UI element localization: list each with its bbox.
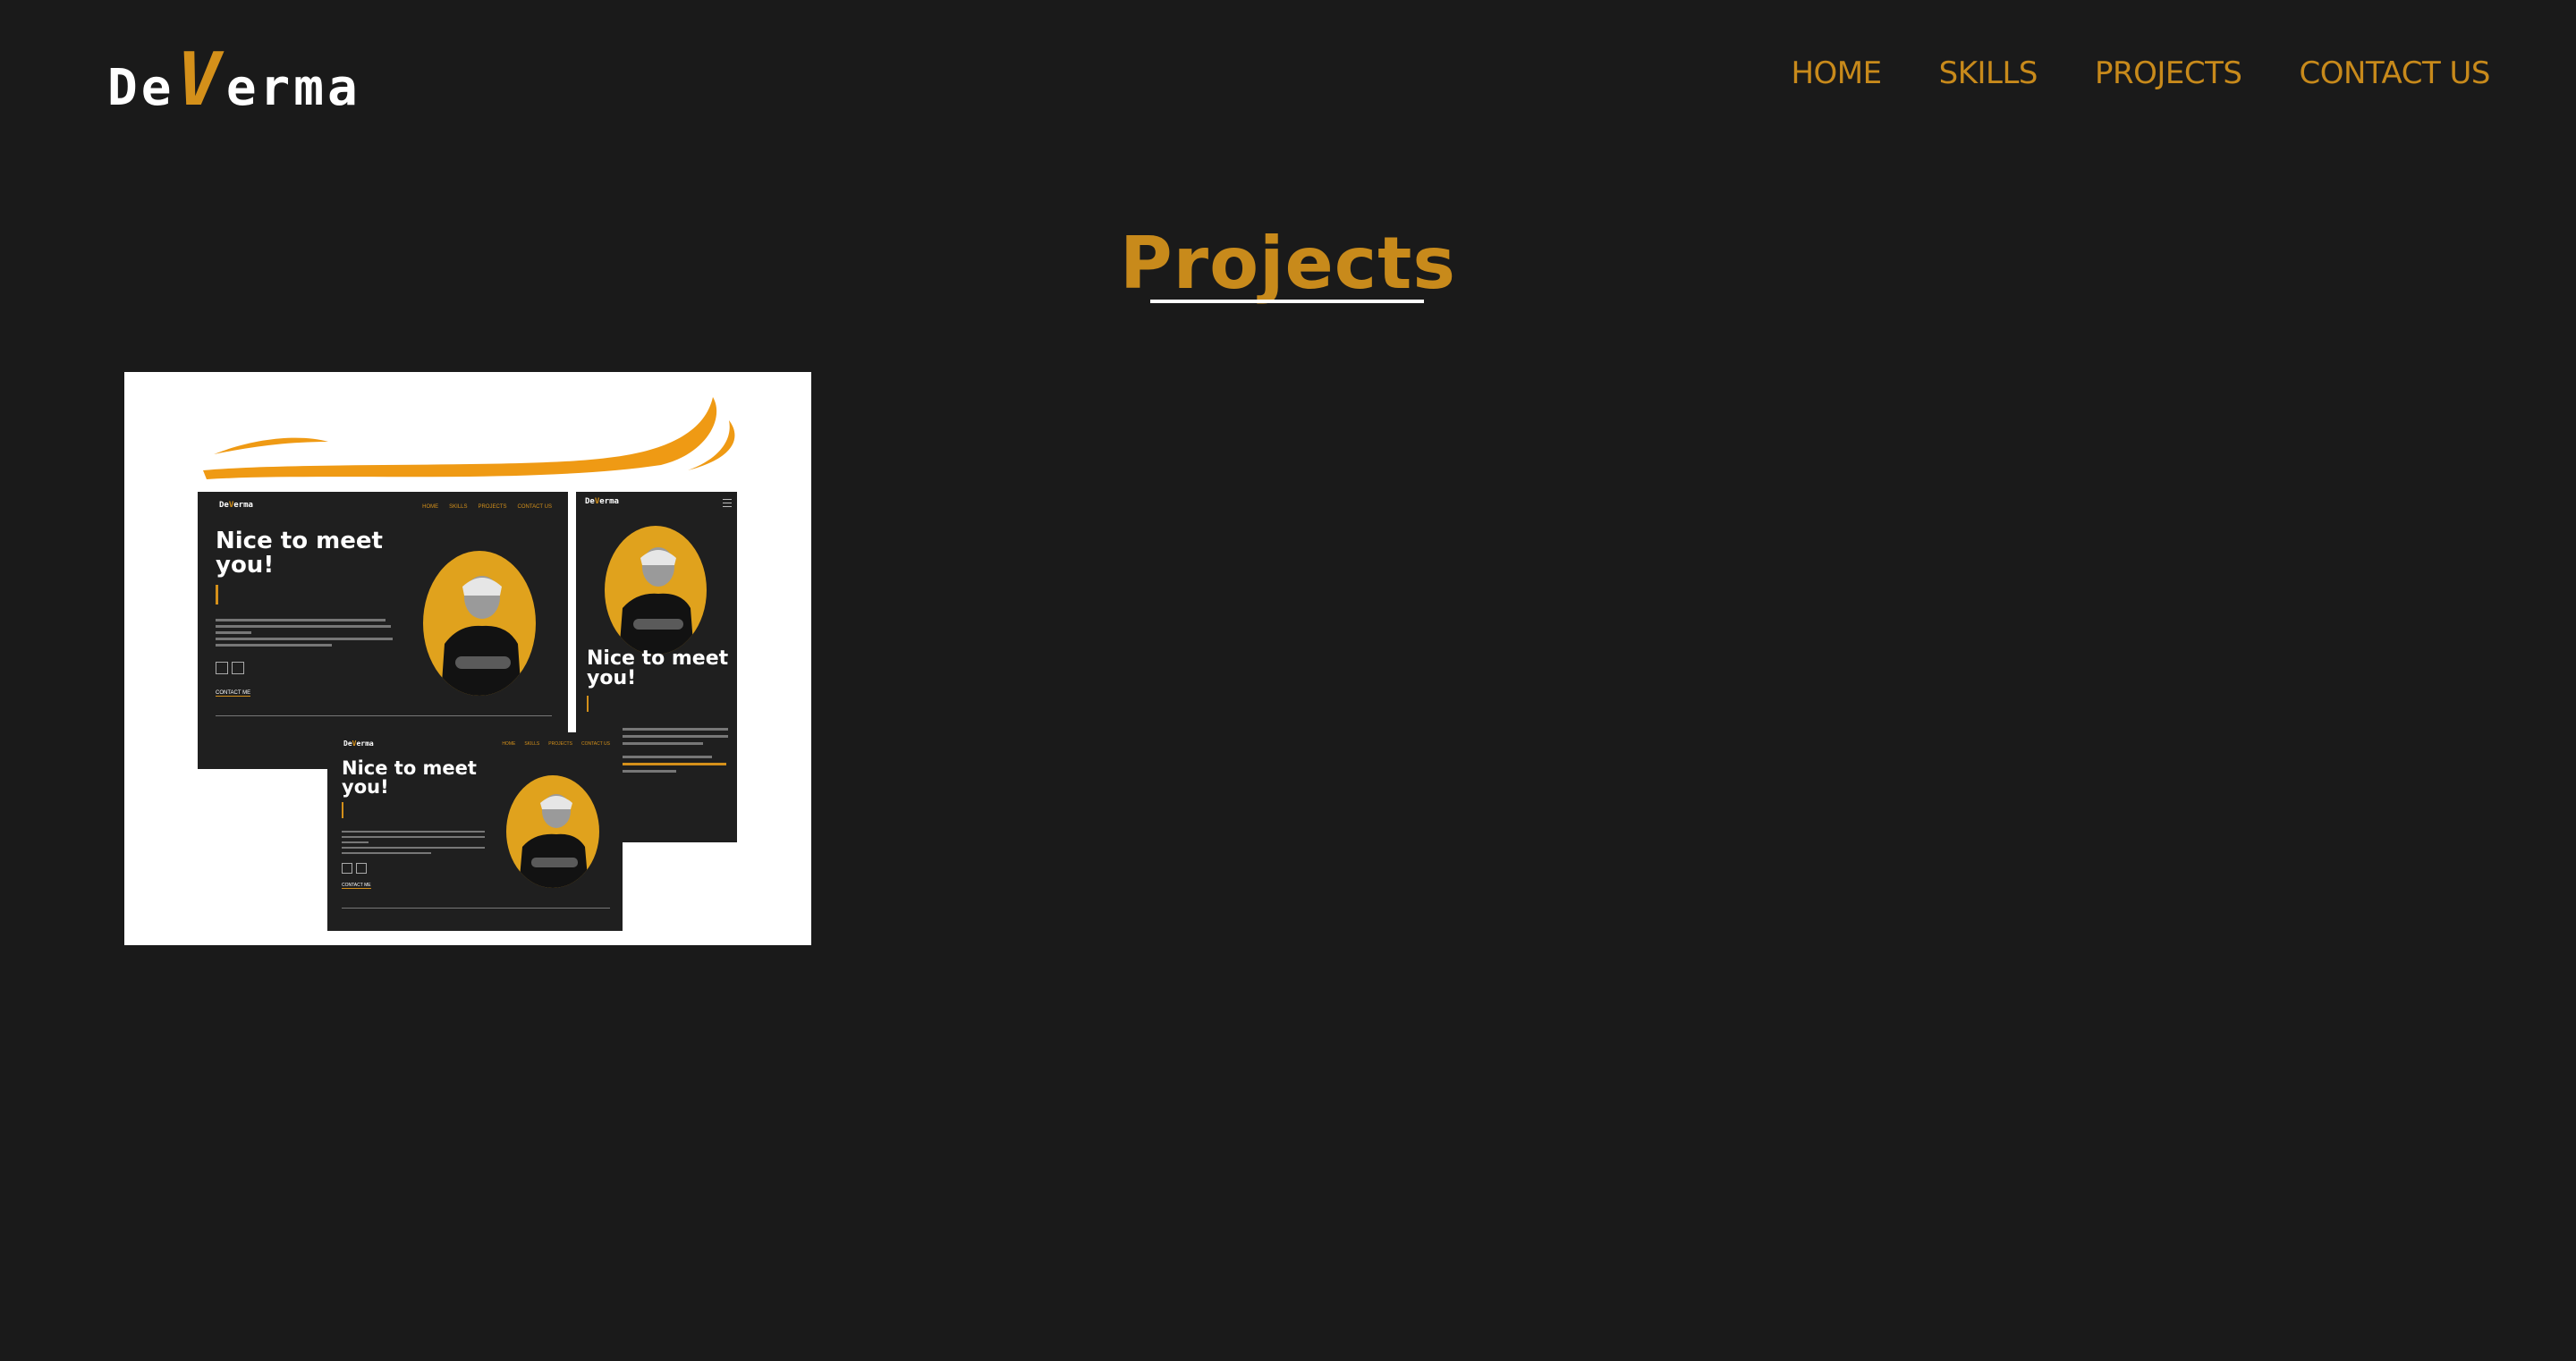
mockup-body-text	[216, 619, 394, 647]
main-nav: HOME SKILLS PROJECTS CONTACT US	[1791, 55, 2490, 91]
nav-projects[interactable]: PROJECTS	[2095, 55, 2242, 91]
logo-text-start: De	[107, 59, 175, 117]
title-underline	[1150, 300, 1424, 303]
mockup-desktop: DeVerma HOME SKILLS PROJECTS CONTACT US Nic…	[198, 492, 568, 769]
mockup-menu-icon	[723, 499, 732, 507]
site-logo[interactable]: DeVerma	[107, 44, 361, 124]
page-title: Projects	[1119, 222, 1456, 305]
nav-skills[interactable]: SKILLS	[1939, 55, 2038, 91]
nav-home[interactable]: HOME	[1791, 55, 1882, 91]
mockup-logo: DeVerma	[219, 501, 253, 510]
nav-contact-us[interactable]: CONTACT US	[2299, 55, 2490, 91]
mockup-nav: HOME SKILLS PROJECTS CONTACT US	[422, 504, 552, 510]
project-card[interactable]: DeVerma HOME SKILLS PROJECTS CONTACT US Nic…	[124, 372, 811, 945]
mockup-contact-link: CONTACT ME	[216, 690, 251, 697]
mockup-heading: Nice to meet you!	[216, 528, 383, 579]
logo-text-end: erma	[225, 59, 361, 117]
logo-accent-letter: V	[176, 38, 225, 123]
mockup-portrait	[423, 551, 536, 696]
mockup-tablet: DeVerma HOME SKILLS PROJECTS CONTACT US Nic…	[327, 732, 623, 931]
